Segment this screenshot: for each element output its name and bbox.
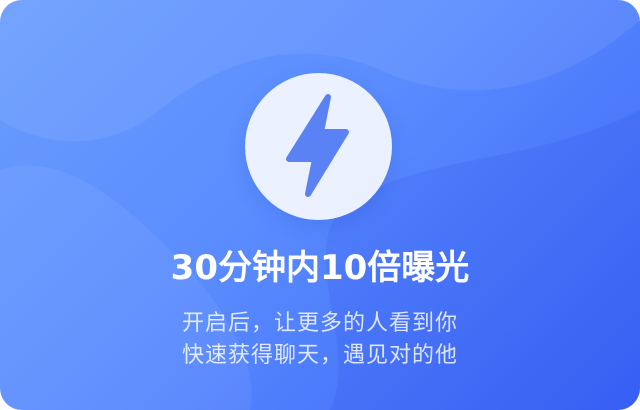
- boost-icon-badge: [245, 73, 392, 220]
- promo-title: 30分钟内10倍曝光: [170, 248, 470, 288]
- boost-promo-card: 30分钟内10倍曝光 开启后，让更多的人看到你 快速获得聊天，遇见对的他: [0, 0, 640, 410]
- lightning-bolt-icon: [286, 94, 349, 197]
- promo-subtitle-line-1: 开启后，让更多的人看到你: [181, 311, 458, 336]
- promo-subtitle-line-2: 快速获得聊天，遇见对的他: [181, 343, 458, 368]
